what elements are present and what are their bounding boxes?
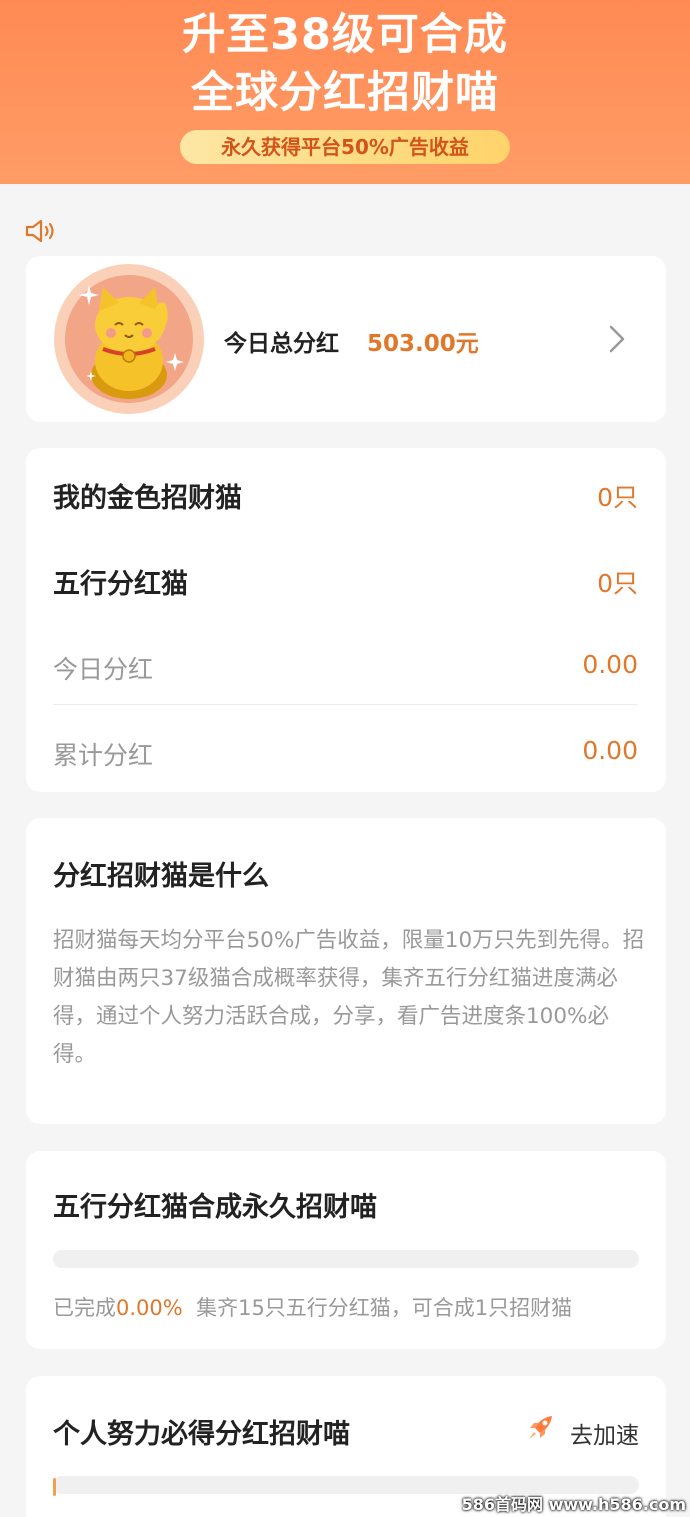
golden-cat-count: 0只 (597, 483, 638, 512)
rocket-icon[interactable] (526, 1412, 556, 1442)
compose-progress-text: 已完成0.00% 集齐15只五行分红猫，可合成1只招财猫 (53, 1292, 572, 1322)
wuxing-cat-label: 五行分红猫 (53, 569, 188, 600)
compose-hint: 集齐15只五行分红猫，可合成1只招财猫 (196, 1296, 573, 1320)
about-card: 分红招财猫是什么 招财猫每天均分平台50%广告收益，限量10万只先到先得。招财猫… (26, 818, 666, 1124)
golden-cat-label: 我的金色招财猫 (53, 483, 242, 514)
speaker-icon[interactable] (24, 218, 60, 244)
chevron-right-icon[interactable] (606, 324, 628, 354)
today-total-dividend-value: 503.00元 (367, 331, 479, 357)
divider (53, 704, 638, 705)
compose-done-percent: 0.00% (116, 1296, 183, 1320)
hero-banner: 升至38级可合成 全球分红招财喵 永久获得平台50%广告收益 (0, 0, 690, 184)
hero-title-line2: 全球分红招财喵 (191, 68, 499, 118)
wuxing-cat-count: 0只 (597, 569, 638, 598)
speed-up-button[interactable]: 去加速 (570, 1416, 639, 1450)
lucky-cat-avatar (53, 263, 205, 415)
my-cats-card: 我的金色招财猫 0只 五行分红猫 0只 今日分红 0.00 累计分红 0.00 (26, 448, 666, 792)
compose-done-prefix: 已完成 (53, 1296, 116, 1320)
today-dividend-value: 0.00 (582, 650, 638, 679)
about-title: 分红招财猫是什么 (53, 861, 269, 892)
hero-subtitle-pill: 永久获得平台50%广告收益 (180, 130, 510, 164)
today-total-dividend-label: 今日总分红 (224, 331, 339, 357)
compose-progress-bar (53, 1250, 639, 1268)
total-dividend-card[interactable]: 今日总分红 503.00元 (26, 256, 666, 422)
effort-title: 个人努力必得分红招财喵 (53, 1419, 350, 1450)
about-description: 招财猫每天均分平台50%广告收益，限量10万只先到先得。招财猫由两只37级猫合成… (53, 928, 645, 1067)
site-watermark: 586首码网 www.h586.com (461, 1495, 686, 1514)
today-dividend-label: 今日分红 (53, 655, 154, 684)
hero-title-line1: 升至38级可合成 (182, 10, 508, 60)
compose-title: 五行分红猫合成永久招财喵 (53, 1192, 377, 1223)
progress-start-marker (53, 1478, 56, 1496)
compose-progress-card: 五行分红猫合成永久招财喵 已完成0.00% 集齐15只五行分红猫，可合成1只招财… (26, 1151, 666, 1349)
total-dividend-label: 累计分红 (53, 741, 154, 770)
total-dividend-value: 0.00 (582, 736, 638, 765)
